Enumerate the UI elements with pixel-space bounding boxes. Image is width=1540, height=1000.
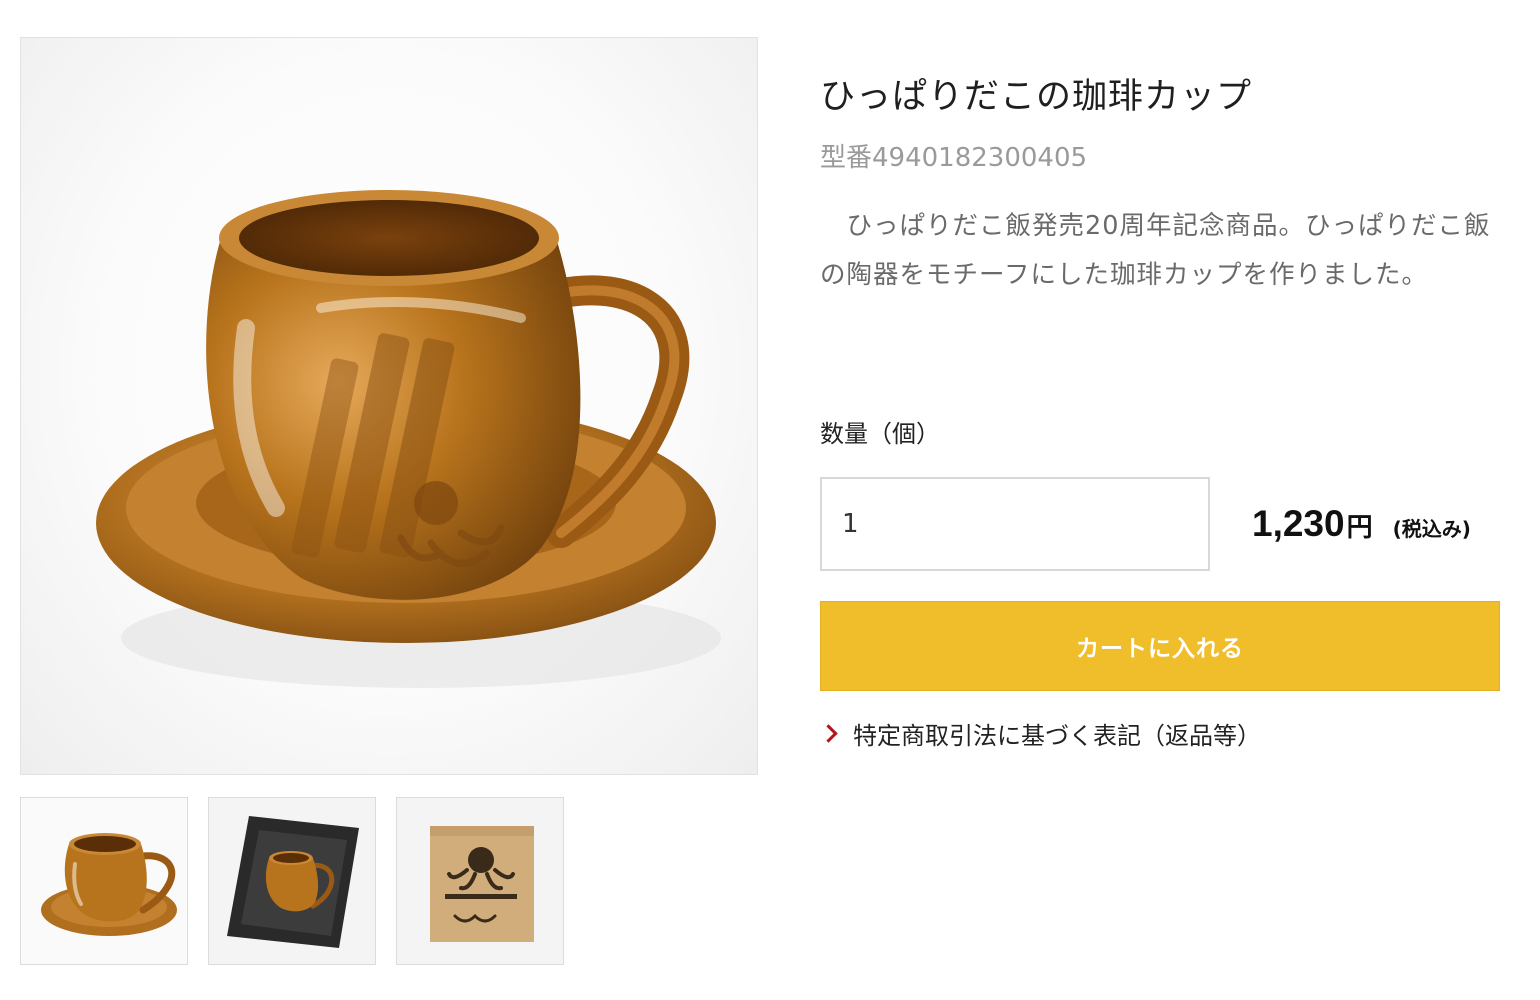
thumbnail-list xyxy=(20,797,564,965)
thumbnail-gift-box[interactable] xyxy=(208,797,376,965)
cup-thumbnail-image xyxy=(21,798,187,964)
price-display: 1,230円 (税込み) xyxy=(1252,503,1471,545)
thumbnail-cup-and-saucer[interactable] xyxy=(20,797,188,965)
price-amount: 1,230 xyxy=(1252,503,1345,544)
thumbnail-package-box[interactable] xyxy=(396,797,564,965)
gift-box-thumbnail-image xyxy=(209,798,375,964)
product-model-number: 型番4940182300405 xyxy=(820,143,1088,173)
chevron-right-icon xyxy=(819,724,838,743)
product-description: ひっぱりだこ飯発売20周年記念商品。ひっぱりだこ飯の陶器をモチーフにした珈琲カッ… xyxy=(820,211,1491,290)
quantity-input[interactable] xyxy=(820,477,1210,571)
product-page: ひっぱりだこの珈琲カップ 型番4940182300405 ひっぱりだこ飯発売20… xyxy=(0,0,1540,1000)
add-to-cart-button[interactable]: カートに入れる xyxy=(820,601,1500,691)
legal-notice-link[interactable]: 特定商取引法に基づく表記（返品等） xyxy=(819,716,1261,751)
package-thumbnail-image xyxy=(397,798,563,964)
tax-included-note: (税込み) xyxy=(1392,517,1471,541)
quantity-label: 数量（個） xyxy=(820,420,940,448)
coffee-cup-photo xyxy=(96,190,721,688)
price-currency-unit: 円 xyxy=(1346,513,1373,543)
product-title: ひっぱりだこの珈琲カップ xyxy=(820,77,1253,117)
product-info: ひっぱりだこの珈琲カップ 型番4940182300405 ひっぱりだこ飯発売20… xyxy=(820,70,1500,300)
legal-notice-link-label: 特定商取引法に基づく表記（返品等） xyxy=(853,722,1261,750)
main-product-image[interactable] xyxy=(20,37,758,775)
